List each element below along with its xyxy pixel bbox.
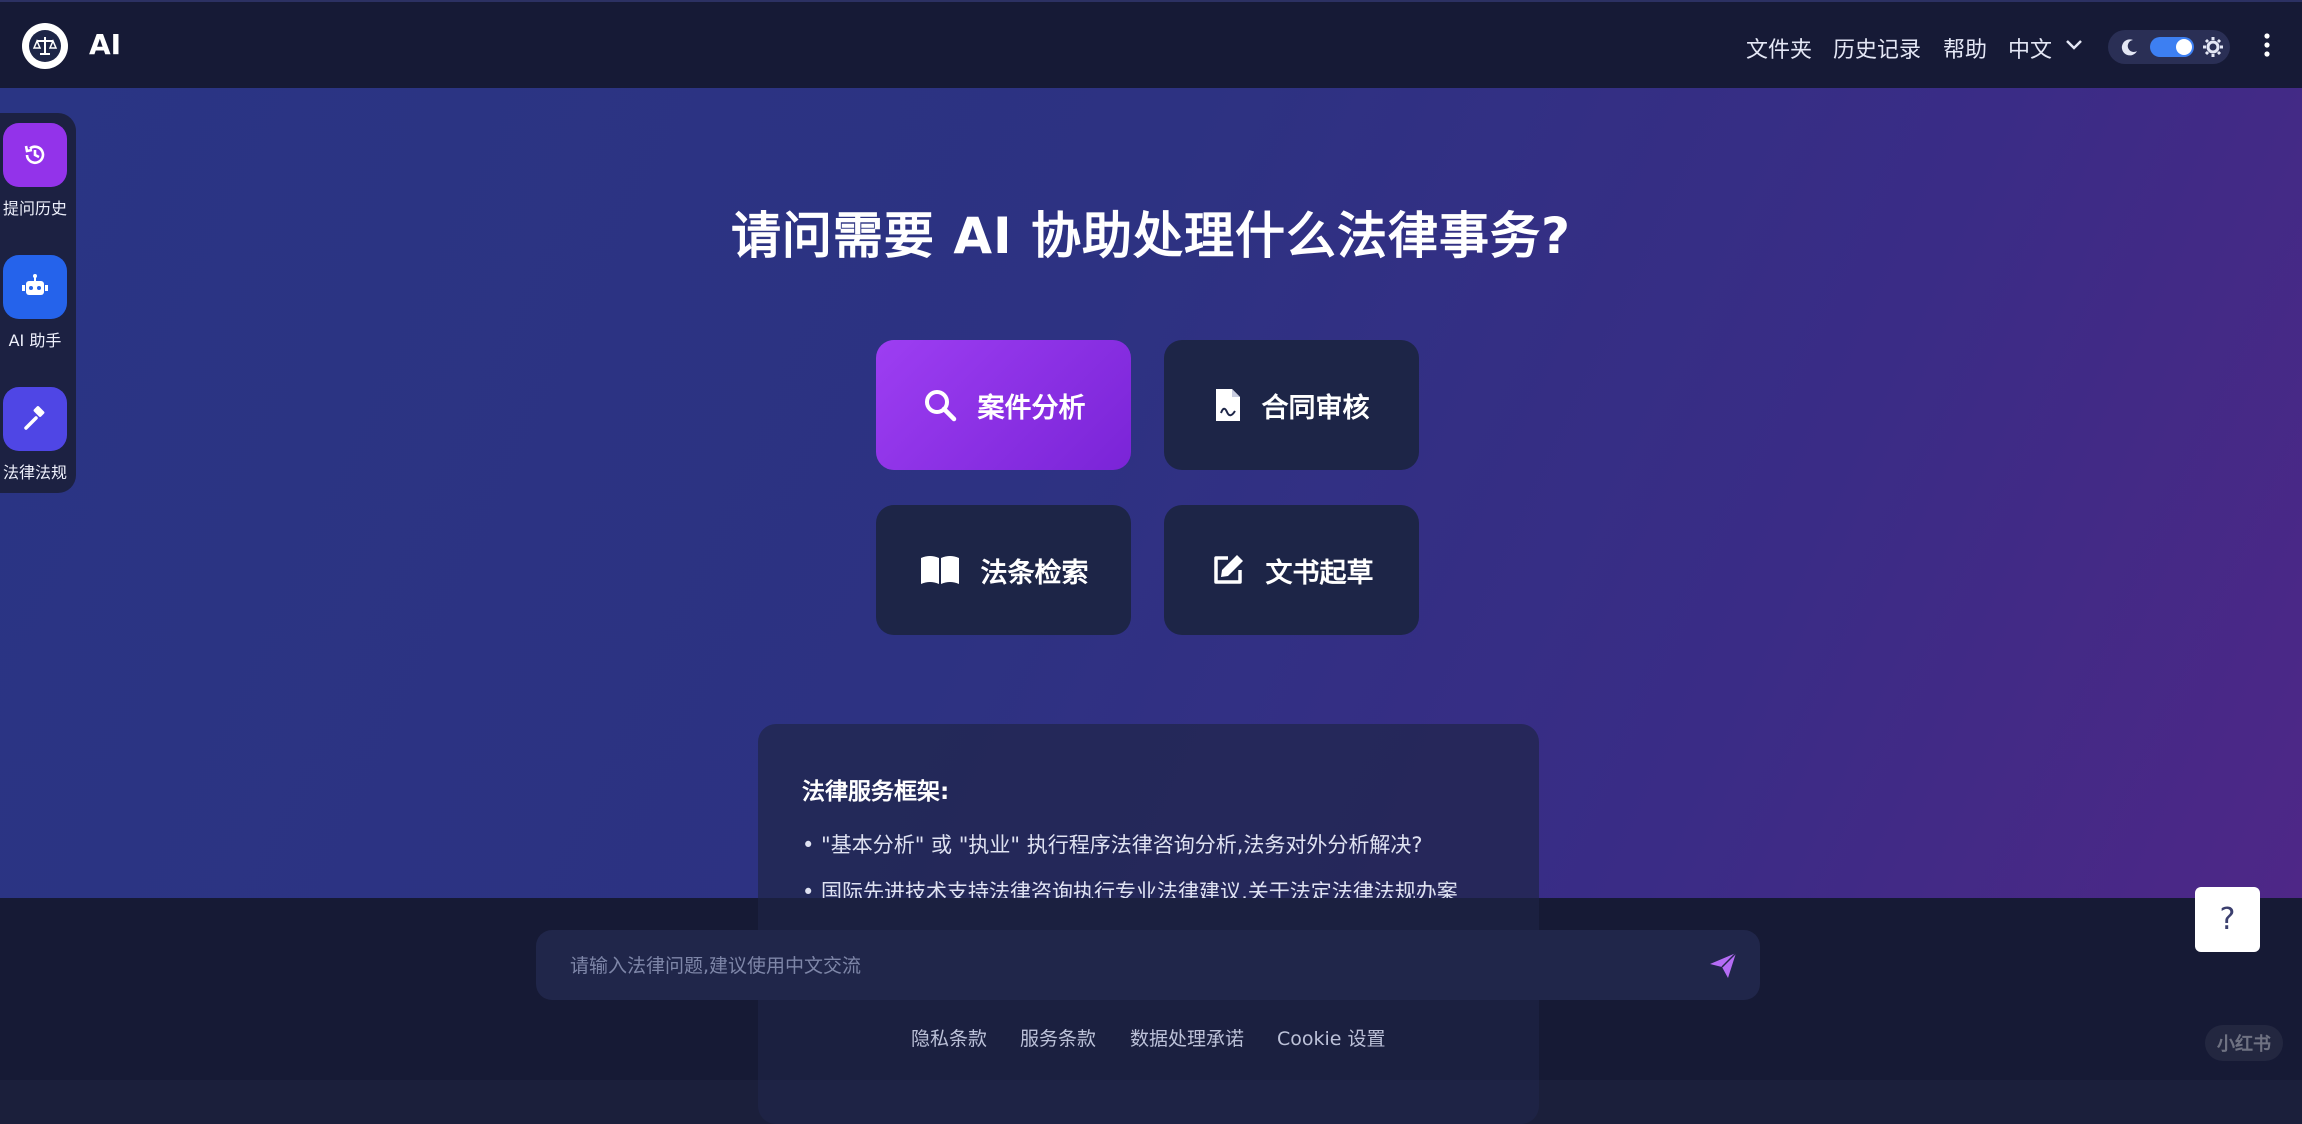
language-select[interactable]: 中文 xyxy=(2008,32,2052,64)
nav-history[interactable]: 历史记录 xyxy=(1833,32,1921,64)
footer-privacy-link[interactable]: 隐私条款 xyxy=(911,1024,987,1051)
action-card-label: 案件分析 xyxy=(977,392,1086,424)
nav-help[interactable]: 帮助 xyxy=(1943,32,1987,64)
scales-of-justice-icon[interactable] xyxy=(22,23,68,69)
history-icon[interactable] xyxy=(3,123,67,187)
framework-title: 法律服务框架: xyxy=(802,779,950,805)
question-input[interactable] xyxy=(568,930,1672,1002)
theme-toggle-switch[interactable] xyxy=(2150,37,2194,57)
dock-item-ai-assistant[interactable]: AI 助手 xyxy=(0,255,76,351)
side-dock: 提问历史 AI 助手 法律法规 xyxy=(0,113,76,493)
footer-terms-link[interactable]: 服务条款 xyxy=(1020,1024,1096,1051)
action-card-label: 法条检索 xyxy=(980,557,1089,589)
search-icon xyxy=(924,390,956,422)
contract-file-icon xyxy=(1215,389,1240,421)
action-card-label: 合同审核 xyxy=(1261,392,1370,424)
send-icon[interactable] xyxy=(1708,950,1738,980)
question-input-box[interactable] xyxy=(536,930,1760,1002)
dock-label-ai-assistant: AI 助手 xyxy=(8,331,62,350)
gavel-icon[interactable] xyxy=(3,387,67,451)
watermark-logo: 小红书 xyxy=(2205,1025,2283,1061)
footer-cookie-settings-link[interactable]: Cookie 设置 xyxy=(1277,1024,1386,1051)
more-options-icon[interactable] xyxy=(2262,32,2272,58)
edit-icon xyxy=(1213,555,1243,584)
action-card-case-analysis[interactable]: 案件分析 xyxy=(876,340,1131,470)
dock-item-laws[interactable]: 法律法规 xyxy=(0,387,76,483)
dock-label-laws: 法律法规 xyxy=(2,463,67,482)
open-book-icon xyxy=(920,556,959,584)
page-headline: 请问需要 AI 协助处理什么法律事务? xyxy=(730,207,1572,265)
framework-line: • "基本分析" 或 "执业" 执行程序法律咨询分析,法务对外分析解决? xyxy=(802,833,1423,857)
bottom-input-bar: 隐私条款 服务条款 数据处理承诺 Cookie 设置 xyxy=(0,898,2302,1080)
toggle-knob xyxy=(2176,39,2192,55)
top-navigation-bar: AI 文件夹 历史记录 帮助 中文 xyxy=(0,0,2302,88)
help-button[interactable]: ? xyxy=(2195,887,2260,952)
gear-icon[interactable] xyxy=(2202,36,2224,58)
action-card-law-search[interactable]: 法条检索 xyxy=(876,505,1131,635)
footer-data-processing-link[interactable]: 数据处理承诺 xyxy=(1130,1024,1244,1051)
action-card-document-drafting[interactable]: 文书起草 xyxy=(1164,505,1419,635)
nav-folders[interactable]: 文件夹 xyxy=(1746,32,1812,64)
action-card-label: 文书起草 xyxy=(1265,557,1374,589)
theme-toggle[interactable] xyxy=(2108,30,2230,64)
moon-icon xyxy=(2121,39,2137,56)
action-card-contract-review[interactable]: 合同审核 xyxy=(1164,340,1419,470)
app-title: AI xyxy=(89,28,122,61)
chevron-down-icon[interactable] xyxy=(2064,34,2084,54)
